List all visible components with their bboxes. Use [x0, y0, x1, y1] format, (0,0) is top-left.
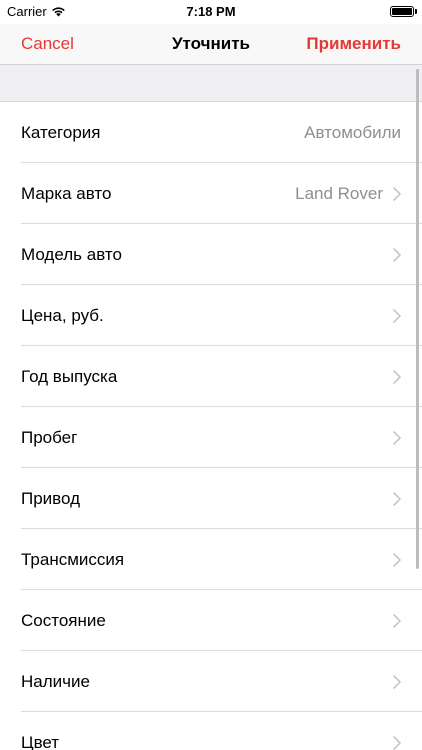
filter-row-label: Категория	[21, 122, 101, 142]
chevron-right-icon	[393, 735, 401, 750]
chevron-right-icon	[393, 613, 401, 628]
apply-button[interactable]: Применить	[306, 34, 401, 54]
filter-row-label: Год выпуска	[21, 366, 118, 386]
chevron-right-icon	[393, 186, 401, 201]
chevron-right-icon	[393, 491, 401, 506]
filter-row[interactable]: Пробег	[0, 407, 422, 468]
filter-row-label: Состояние	[21, 610, 106, 630]
navigation-bar: Cancel Уточнить Применить	[0, 24, 422, 65]
filter-row-label: Привод	[21, 488, 81, 508]
filter-list: Категория Автомобили Марка авто Land Rover М…	[0, 101, 422, 750]
filter-row-label: Модель авто	[21, 244, 122, 264]
battery-tip	[415, 9, 417, 14]
filter-row-label: Цена, руб.	[21, 305, 104, 325]
filter-row[interactable]: Привод	[0, 468, 422, 529]
scroll-indicator[interactable]	[416, 69, 419, 569]
chevron-right-icon	[393, 430, 401, 445]
filter-row[interactable]: Цена, руб.	[0, 285, 422, 346]
screen: Carrier 7:18 PM Cancel Уточнить Применит…	[0, 0, 422, 750]
chevron-right-icon	[393, 369, 401, 384]
filter-row[interactable]: Состояние	[0, 590, 422, 651]
chevron-right-icon	[393, 674, 401, 689]
filter-row[interactable]: Наличие	[0, 651, 422, 712]
filter-row-label: Наличие	[21, 671, 90, 691]
status-time: 7:18 PM	[186, 4, 236, 19]
chevron-right-icon	[393, 308, 401, 323]
filter-row[interactable]: Категория Автомобили	[0, 102, 422, 163]
filter-row-label: Марка авто	[21, 183, 112, 203]
status-bar: Carrier 7:18 PM	[0, 0, 422, 24]
battery-fill	[392, 8, 412, 15]
filter-content[interactable]: Категория Автомобили Марка авто Land Rover М…	[0, 65, 422, 750]
filter-row[interactable]: Цвет	[0, 712, 422, 750]
filter-row-label: Пробег	[21, 427, 78, 447]
chevron-right-icon	[393, 552, 401, 567]
filter-row[interactable]: Трансмиссия	[0, 529, 422, 590]
filter-row-value: Land Rover	[295, 183, 383, 203]
filter-row-label: Цвет	[21, 732, 60, 750]
battery-icon	[390, 6, 414, 17]
filter-row-value: Автомобили	[304, 122, 401, 142]
chevron-right-icon	[393, 247, 401, 262]
filter-row[interactable]: Модель авто	[0, 224, 422, 285]
filter-row-label: Трансмиссия	[21, 549, 125, 569]
filter-row[interactable]: Год выпуска	[0, 346, 422, 407]
filter-row[interactable]: Марка авто Land Rover	[0, 163, 422, 224]
